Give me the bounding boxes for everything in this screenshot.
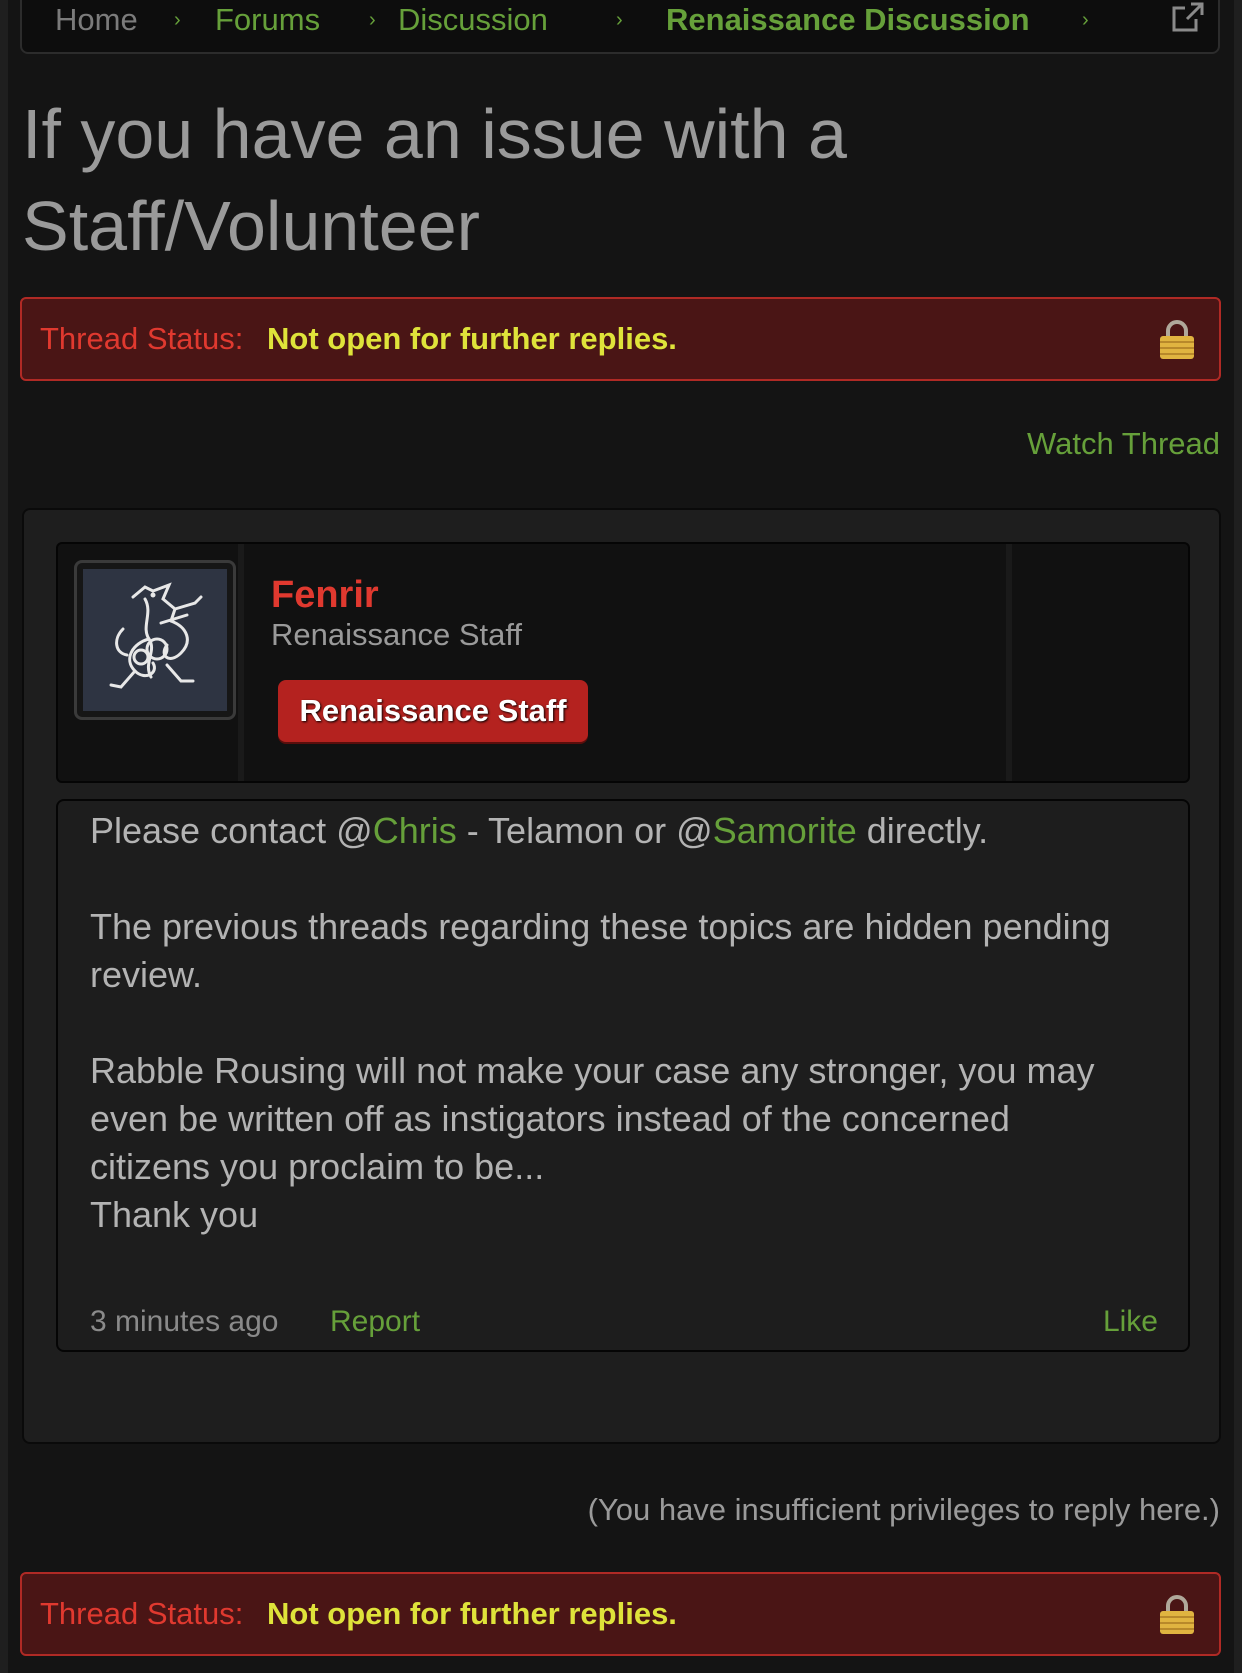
message-paragraph: Thank you bbox=[90, 1194, 259, 1235]
breadcrumb-separator: › bbox=[369, 9, 376, 31]
avatar[interactable] bbox=[74, 560, 236, 720]
message-text: - Telamon or @ bbox=[456, 810, 713, 851]
message-paragraph: Rabble Rousing will not make your case a… bbox=[90, 1050, 1095, 1187]
thread-status-banner: Thread Status: Not open for further repl… bbox=[20, 297, 1221, 381]
breadcrumb-separator: › bbox=[1082, 9, 1089, 31]
page-title: If you have an issue with a Staff/Volunt… bbox=[22, 95, 847, 265]
staff-badge: Renaissance Staff bbox=[278, 680, 588, 742]
forum-thread-page: Home › Forums › Discussion › Renaissance… bbox=[0, 0, 1242, 1673]
breadcrumb-home[interactable]: Home bbox=[55, 0, 138, 40]
post: Fenrir Renaissance Staff Renaissance Sta… bbox=[22, 508, 1221, 1444]
mention-samorite[interactable]: Samorite bbox=[713, 810, 857, 851]
breadcrumb-discussion[interactable]: Discussion bbox=[398, 0, 548, 40]
thread-status-label: Thread Status: bbox=[40, 1596, 244, 1631]
like-link[interactable]: Like bbox=[1103, 1303, 1158, 1341]
header-divider bbox=[238, 544, 244, 781]
report-link[interactable]: Report bbox=[330, 1303, 420, 1341]
thread-status-value: Not open for further replies. bbox=[267, 1596, 677, 1631]
breadcrumb-forums[interactable]: Forums bbox=[215, 0, 320, 40]
breadcrumb-renaissance-discussion[interactable]: Renaissance Discussion bbox=[666, 0, 1030, 40]
lock-icon bbox=[1157, 1594, 1197, 1636]
post-author-title: Renaissance Staff bbox=[271, 617, 523, 652]
breadcrumb-separator: › bbox=[174, 9, 181, 31]
message-paragraph: The previous threads regarding these top… bbox=[90, 906, 1111, 995]
page-edge-left bbox=[0, 0, 8, 1673]
mention-chris[interactable]: Chris bbox=[373, 810, 457, 851]
header-divider bbox=[1006, 544, 1012, 781]
watch-thread-link[interactable]: Watch Thread bbox=[1027, 424, 1220, 464]
reply-privilege-note: (You have insufficient privileges to rep… bbox=[587, 1492, 1220, 1527]
post-author-name[interactable]: Fenrir bbox=[271, 572, 379, 618]
post-author-header: Fenrir Renaissance Staff Renaissance Sta… bbox=[56, 542, 1190, 783]
message-text: directly. bbox=[856, 810, 989, 851]
wolf-knot-avatar-icon bbox=[83, 569, 227, 711]
external-link-icon[interactable] bbox=[1170, 0, 1206, 36]
breadcrumb: Home › Forums › Discussion › Renaissance… bbox=[20, 0, 1220, 54]
page-edge-right bbox=[1234, 0, 1242, 1673]
thread-status-banner: Thread Status: Not open for further repl… bbox=[20, 1572, 1221, 1656]
message-text: Please contact @ bbox=[90, 810, 373, 851]
post-timestamp[interactable]: 3 minutes ago bbox=[90, 1303, 278, 1341]
breadcrumb-separator: › bbox=[616, 9, 623, 31]
thread-status-label: Thread Status: bbox=[40, 321, 244, 356]
lock-icon bbox=[1157, 319, 1197, 361]
message-paragraph: Please contact @Chris - Telamon or @Samo… bbox=[90, 807, 988, 855]
post-message: Please contact @Chris - Telamon or @Samo… bbox=[56, 799, 1190, 1352]
thread-status-value: Not open for further replies. bbox=[267, 321, 677, 356]
